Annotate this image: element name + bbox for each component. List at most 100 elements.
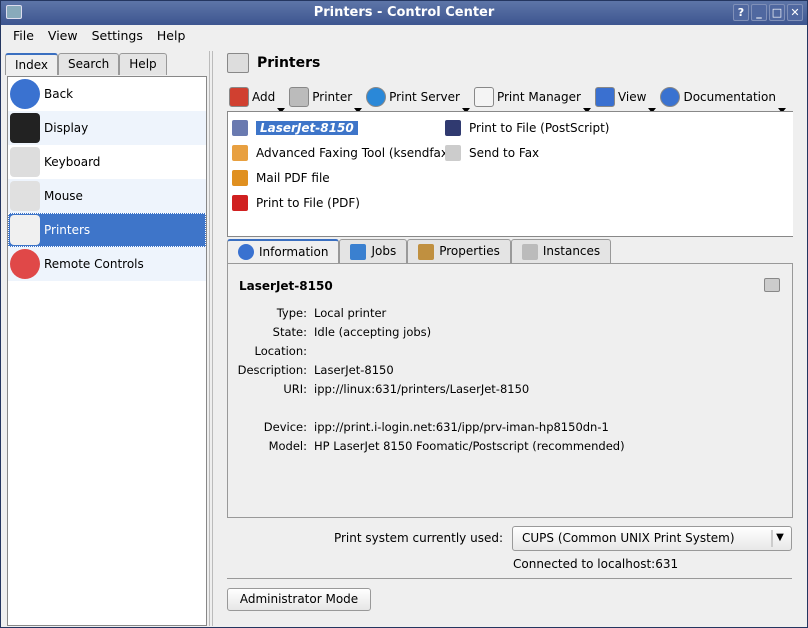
info-row: Type: Local printer bbox=[228, 306, 788, 325]
sidebar-item-label: Keyboard bbox=[44, 155, 101, 169]
toolbar-print-manager-button[interactable]: Print Manager bbox=[473, 87, 591, 113]
toolbar-print-server-button[interactable]: Print Server bbox=[366, 87, 470, 113]
menu-help[interactable]: Help bbox=[157, 25, 186, 47]
info-value: Local printer bbox=[314, 306, 387, 320]
tab-jobs[interactable]: Jobs bbox=[339, 239, 408, 263]
help-icon bbox=[660, 87, 681, 107]
gear-icon bbox=[366, 87, 387, 107]
toolbar-printer-button[interactable]: Printer bbox=[289, 87, 363, 113]
sidebar-item-display[interactable]: Display bbox=[8, 111, 206, 145]
tab-help[interactable]: Help bbox=[119, 53, 167, 75]
connection-status: Connected to localhost:631 bbox=[513, 557, 679, 571]
tab-properties[interactable]: Properties bbox=[407, 239, 511, 263]
printer-item[interactable]: LaserJet-8150 bbox=[232, 118, 358, 138]
menu-view[interactable]: View bbox=[48, 25, 78, 47]
remote-control-icon bbox=[10, 249, 40, 279]
floppy-icon bbox=[445, 120, 461, 136]
info-row: State: Idle (accepting jobs) bbox=[228, 325, 788, 344]
printer-item-label: Mail PDF file bbox=[256, 171, 330, 185]
printer-item-label: Print to File (PostScript) bbox=[469, 121, 610, 135]
mail-pdf-icon bbox=[232, 170, 248, 186]
folder-icon bbox=[350, 243, 367, 260]
laser-printer-icon bbox=[232, 120, 248, 136]
information-panel: LaserJet-8150 Type: Local printer State: Id… bbox=[227, 263, 793, 518]
close-button[interactable]: ✕ bbox=[787, 4, 803, 21]
menu-settings[interactable]: Settings bbox=[92, 25, 143, 47]
tab-label: Information bbox=[259, 244, 329, 259]
keyboard-icon bbox=[10, 147, 40, 177]
print-system-select[interactable]: CUPS (Common UNIX Print System) ▼ bbox=[512, 526, 792, 551]
printer-item-label: Advanced Faxing Tool (ksendfax) bbox=[256, 146, 453, 160]
toolbar-label: Print Server bbox=[389, 90, 460, 104]
back-arrow-icon bbox=[10, 79, 40, 109]
maximize-button[interactable]: □ bbox=[769, 4, 785, 21]
toolbar-label: View bbox=[617, 90, 647, 104]
sidebar-item-mouse[interactable]: Mouse bbox=[8, 179, 206, 213]
tab-information[interactable]: Information bbox=[227, 239, 340, 263]
info-label: State: bbox=[272, 325, 307, 339]
title-bar[interactable]: Printers - Control Center ? _ □ ✕ bbox=[1, 1, 807, 25]
administrator-mode-button[interactable]: Administrator Mode bbox=[227, 588, 371, 611]
printer-item[interactable]: Print to File (PDF) bbox=[232, 193, 360, 213]
minimize-button[interactable]: _ bbox=[751, 4, 767, 21]
detail-tabs: Information Jobs Properties Instances bbox=[227, 239, 612, 263]
menu-file[interactable]: File bbox=[13, 25, 34, 47]
sidebar-item-printers[interactable]: Printers bbox=[8, 213, 206, 247]
fax-tool-icon bbox=[232, 145, 248, 161]
info-value: ipp://linux:631/printers/LaserJet-8150 bbox=[314, 382, 530, 396]
print-system-label: Print system currently used: bbox=[333, 531, 503, 545]
window-icon bbox=[594, 87, 615, 107]
printer-icon bbox=[764, 278, 780, 292]
tab-index[interactable]: Index bbox=[5, 53, 59, 75]
toolbar-view-button[interactable]: View bbox=[594, 87, 657, 113]
menu-bar: File View Settings Help bbox=[1, 25, 807, 47]
help-window-button[interactable]: ? bbox=[733, 4, 749, 21]
control-center-window: Printers - Control Center ? _ □ ✕ File V… bbox=[0, 0, 808, 628]
sidebar-item-label: Display bbox=[44, 121, 89, 135]
printer-item[interactable]: Mail PDF file bbox=[232, 168, 330, 188]
printer-item-label: Send to Fax bbox=[469, 146, 540, 160]
tab-instances[interactable]: Instances bbox=[510, 239, 612, 263]
printer-name: LaserJet-8150 bbox=[239, 279, 333, 293]
sidebar-item-label: Printers bbox=[44, 223, 91, 237]
info-value: LaserJet-8150 bbox=[314, 363, 394, 377]
sidebar-item-label: Remote Controls bbox=[44, 257, 144, 271]
info-value: HP LaserJet 8150 Foomatic/Postscript (re… bbox=[314, 439, 625, 453]
info-row: Location: bbox=[228, 344, 788, 363]
printer-icon bbox=[227, 53, 249, 73]
printer-stack-icon bbox=[289, 87, 310, 107]
printer-icon bbox=[521, 243, 538, 260]
info-label: Model: bbox=[268, 439, 307, 453]
tab-search[interactable]: Search bbox=[58, 53, 120, 75]
print-system-value: CUPS (Common UNIX Print System) bbox=[522, 531, 735, 545]
printer-item[interactable]: Print to File (PostScript) bbox=[445, 118, 609, 138]
printer-item[interactable]: Send to Fax bbox=[445, 143, 539, 163]
printer-item[interactable]: Advanced Faxing Tool (ksendfax) bbox=[232, 143, 453, 163]
fax-icon bbox=[445, 145, 461, 161]
window-title: Printers - Control Center bbox=[313, 5, 495, 20]
sidebar-item-remote-controls[interactable]: Remote Controls bbox=[8, 247, 206, 281]
toolbar-documentation-button[interactable]: Documentation bbox=[660, 87, 786, 113]
sidebar-item-keyboard[interactable]: Keyboard bbox=[8, 145, 206, 179]
info-icon bbox=[238, 244, 254, 260]
info-label: Description: bbox=[237, 363, 307, 377]
dropdown-arrow-icon[interactable]: ▼ bbox=[771, 530, 787, 547]
info-label: URI: bbox=[283, 382, 307, 396]
page-header: Printers bbox=[227, 51, 320, 75]
wrench-icon bbox=[418, 243, 435, 260]
info-value: ipp://print.i-login.net:631/ipp/prv-iman… bbox=[314, 420, 609, 434]
printer-icon bbox=[10, 215, 40, 245]
page-title: Printers bbox=[257, 55, 321, 71]
printer-list: LaserJet-8150 Advanced Faxing Tool (ksend… bbox=[227, 111, 793, 237]
printer-item-label: LaserJet-8150 bbox=[256, 121, 358, 135]
wizard-wand-icon bbox=[229, 87, 249, 107]
tab-label: Instances bbox=[542, 244, 601, 258]
splitter-handle[interactable] bbox=[209, 51, 213, 626]
toolbar-add-button[interactable]: Add bbox=[229, 87, 286, 113]
info-label: Device: bbox=[263, 420, 307, 434]
info-row: Model: HP LaserJet 8150 Foomatic/Postscri… bbox=[228, 439, 788, 458]
info-value: Idle (accepting jobs) bbox=[314, 325, 432, 339]
separator bbox=[227, 578, 792, 579]
sidebar-item-label: Mouse bbox=[44, 189, 83, 203]
sidebar-item-back[interactable]: Back bbox=[8, 77, 206, 111]
